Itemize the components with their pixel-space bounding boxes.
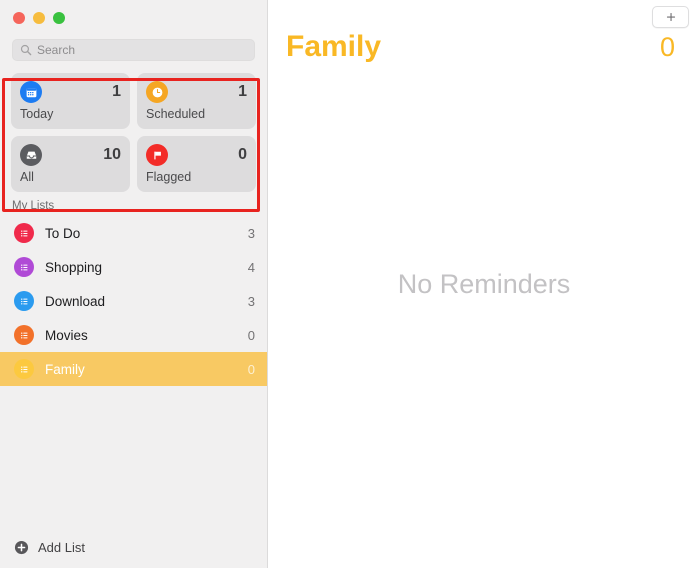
list-row-to-do[interactable]: To Do 3: [0, 216, 267, 250]
window-controls: [0, 0, 267, 25]
card-top-row: 1: [20, 80, 121, 104]
list-name: Download: [45, 293, 106, 309]
smart-lists-grid: 1 Today 1 Scheduled 10 All 0 Flagged: [0, 61, 267, 192]
list-name: To Do: [45, 225, 81, 241]
add-reminder-button[interactable]: [652, 6, 689, 28]
inbox-icon: [20, 144, 42, 166]
list-glyph: [20, 331, 28, 339]
empty-state-message: No Reminders: [397, 268, 571, 299]
page-count: 0: [659, 32, 675, 62]
list-row-family[interactable]: Family 0: [0, 352, 267, 386]
inbox-glyph: [26, 151, 36, 159]
smart-list-label: Today: [20, 107, 54, 121]
maximize-button[interactable]: [53, 12, 65, 24]
smart-list-label: Scheduled: [146, 107, 206, 121]
list-count: 3: [247, 225, 255, 241]
reminders-window: 1 Today 1 Scheduled: [0, 0, 700, 568]
card-top-row: 1: [146, 80, 247, 104]
smart-list-label: All: [20, 170, 34, 184]
list-glyph: [20, 365, 28, 373]
sidebar: 1 Today 1 Scheduled: [0, 0, 268, 568]
calendar-glyph: [26, 87, 36, 97]
add-list-button[interactable]: Add List: [0, 526, 267, 568]
smart-list-card-today[interactable]: 1 Today: [11, 73, 130, 129]
smart-list-card-scheduled[interactable]: 1 Scheduled: [137, 73, 256, 129]
list-row-download[interactable]: Download 3: [0, 284, 267, 318]
list-count: 4: [247, 259, 255, 275]
search-container: [0, 25, 267, 61]
list-glyph: [20, 229, 28, 237]
smart-list-card-flagged[interactable]: 0 Flagged: [137, 136, 256, 192]
list-icon: [14, 257, 34, 277]
add-list-label: Add List: [38, 539, 85, 555]
card-top-row: 0: [146, 143, 247, 167]
list-count: 3: [247, 293, 255, 309]
list-icon: [14, 325, 34, 345]
clock-glyph: [152, 87, 162, 97]
plus-icon: [666, 12, 675, 22]
close-button[interactable]: [13, 12, 25, 24]
smart-list-count: 10: [103, 146, 121, 163]
smart-list-label: Flagged: [146, 170, 192, 184]
content-header: Family 0: [268, 0, 700, 62]
my-lists-header: My Lists: [12, 200, 55, 212]
my-lists: To Do 3 Shopping 4 Download 3 Movies 0 F…: [0, 216, 267, 386]
smart-list-count: 1: [112, 83, 121, 100]
smart-list-count: 0: [238, 146, 247, 163]
empty-state: No Reminders: [268, 0, 700, 568]
list-icon: [14, 291, 34, 311]
card-top-row: 10: [20, 143, 121, 167]
flag-glyph: [153, 151, 161, 159]
search-input[interactable]: [37, 43, 247, 57]
list-count: 0: [247, 361, 255, 377]
smart-list-card-all[interactable]: 10 All: [11, 136, 130, 192]
list-name: Family: [45, 361, 85, 377]
list-icon: [14, 223, 34, 243]
plus-circle-icon: [14, 540, 29, 554]
search-field[interactable]: [12, 39, 255, 61]
list-name: Shopping: [45, 259, 103, 275]
smart-list-count: 1: [238, 83, 247, 100]
page-title: Family: [286, 30, 382, 63]
clock-icon: [146, 81, 168, 103]
calendar-icon: [20, 81, 42, 103]
list-icon: [14, 359, 34, 379]
list-row-shopping[interactable]: Shopping 4: [0, 250, 267, 284]
flag-icon: [146, 144, 168, 166]
content-area: Family 0 No Reminders: [268, 0, 700, 568]
list-glyph: [20, 263, 28, 271]
search-icon: [20, 44, 32, 56]
list-name: Movies: [45, 327, 88, 343]
minimize-button[interactable]: [33, 12, 45, 24]
list-glyph: [20, 297, 28, 305]
list-row-movies[interactable]: Movies 0: [0, 318, 267, 352]
list-count: 0: [247, 327, 255, 343]
